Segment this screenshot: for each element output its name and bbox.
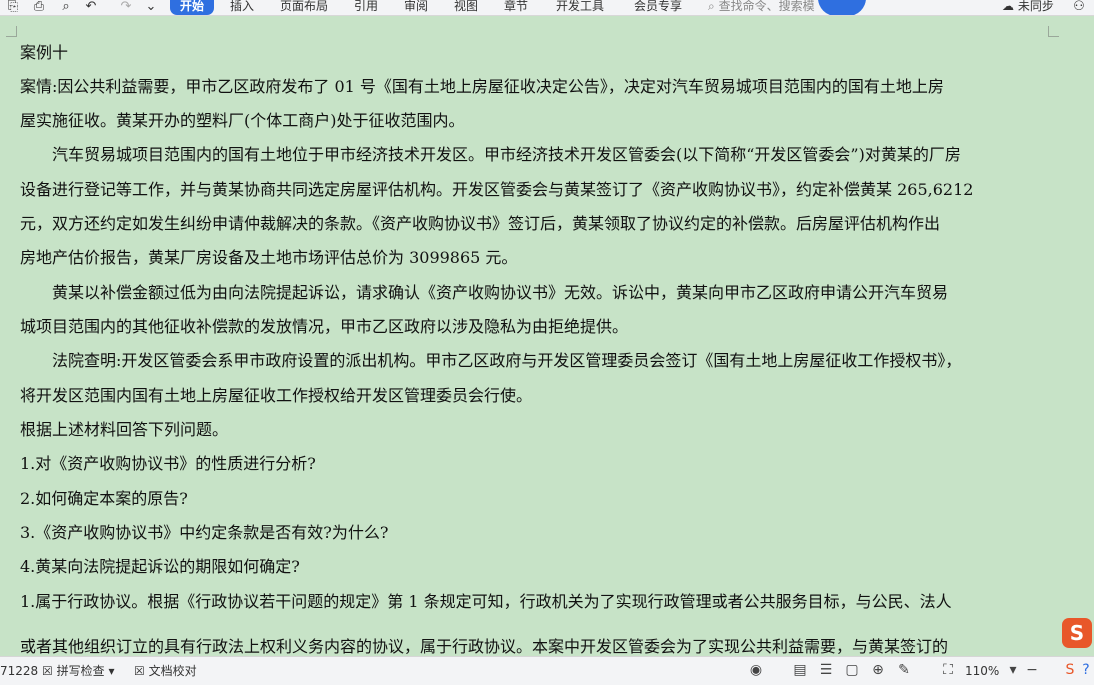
ime-icon[interactable]: S <box>1062 662 1078 678</box>
checkbox-icon: ☒ <box>42 664 53 678</box>
doc-line: 案例十 <box>20 43 69 62</box>
web-view-icon[interactable]: ⊕ <box>870 662 886 678</box>
status-bar: 71228 ☒ 拼写检查 ▾ ☒ 文档校对 ◉ ▤ ☰ ▢ ⊕ ✎ ⛶ 110%… <box>0 656 1094 685</box>
doc-line: 案情:因公共利益需要，甲市乙区政府发布了 01 号《国有土地上房屋征收决定公告》… <box>20 77 944 96</box>
tab-page-layout[interactable]: 页面布局 <box>280 0 328 15</box>
chevron-down-icon: ▾ <box>108 664 115 678</box>
spell-check-button[interactable]: ☒ 拼写检查 ▾ <box>42 657 114 685</box>
share-icon[interactable]: ⚇ <box>1070 0 1088 15</box>
doc-line: 3.《资产收购协议书》中约定条款是否有效?为什么? <box>20 523 389 542</box>
undo-icon[interactable]: ↶ <box>82 0 100 15</box>
help-icon[interactable]: ? <box>1078 662 1094 678</box>
eye-protection-icon[interactable]: ◉ <box>748 662 764 678</box>
chevron-down-icon[interactable]: ▾ <box>1005 662 1021 678</box>
doc-line: 2.如何确定本案的原告? <box>20 489 188 508</box>
doc-line: 或者其他组织订立的具有行政法上权利义务内容的协议，属于行政协议。本案中开发区管委… <box>20 637 949 656</box>
outline-view-icon[interactable]: ☰ <box>818 662 834 678</box>
redo-icon[interactable]: ↷ <box>117 0 135 15</box>
save-icon[interactable]: ⎘ <box>4 0 22 15</box>
print-icon[interactable]: ⎙ <box>30 0 48 15</box>
command-search[interactable]: ⌕ 查找命令、搜索模 <box>708 0 815 15</box>
doc-line: 元，双方还约定如发生纠纷申请仲裁解决的条款。《资产收购协议书》签订后，黄某领取了… <box>20 214 941 233</box>
doc-line: 城项目范围内的其他征收补偿款的发放情况，甲市乙区政府以涉及隐私为由拒绝提供。 <box>20 317 629 336</box>
doc-line: 黄某以补偿金额过低为由向法院提起诉讼，请求确认《资产收购协议书》无效。诉讼中，黄… <box>52 283 949 302</box>
doc-line: 1.属于行政协议。根据《行政协议若干问题的规定》第 1 条规定可知，行政机关为了… <box>20 592 952 611</box>
spell-check-label: 拼写检查 <box>56 664 105 678</box>
tab-view[interactable]: 视图 <box>454 0 478 15</box>
ribbon-toolbar: ⎘ ⎙ ⌕ ↶ ↷ ⌄ 开始 插入 页面布局 引用 审阅 视图 章节 开发工具 … <box>0 0 1094 16</box>
tab-home[interactable]: 开始 <box>170 0 215 15</box>
zoom-level[interactable]: 110% <box>965 657 999 685</box>
doc-line: 1.对《资产收购协议书》的性质进行分析? <box>20 454 316 473</box>
print-preview-icon[interactable]: ⌕ <box>57 0 75 15</box>
doc-line: 法院查明:开发区管委会系甲市政府设置的派出机构。甲市乙区政府与开发区管理委员会签… <box>52 351 962 370</box>
checkbox-icon: ☒ <box>134 664 145 678</box>
tab-references[interactable]: 引用 <box>354 0 378 15</box>
doc-line: 根据上述材料回答下列问题。 <box>20 420 229 439</box>
ime-logo-icon[interactable]: S <box>1062 618 1092 648</box>
zoom-out-icon[interactable]: − <box>1024 662 1040 678</box>
sync-label: 未同步 <box>1017 0 1054 13</box>
cloud-icon: ☁ <box>1002 0 1014 13</box>
sync-status[interactable]: ☁ 未同步 <box>1002 0 1054 15</box>
tab-member[interactable]: 会员专享 <box>634 0 682 15</box>
doc-proof-label: 文档校对 <box>148 664 197 678</box>
doc-line: 4.黄某向法院提起诉讼的期限如何确定? <box>20 557 300 576</box>
tab-section[interactable]: 章节 <box>504 0 528 15</box>
page-view-icon[interactable]: ▤ <box>792 662 808 678</box>
document-page[interactable]: 案例十 案情:因公共利益需要，甲市乙区政府发布了 01 号《国有土地上房屋征收决… <box>0 16 1094 656</box>
doc-line: 汽车贸易城项目范围内的国有土地位于甲市经济技术开发区。甲市经济技术开发区管委会(… <box>52 145 961 164</box>
assistant-icon[interactable] <box>818 0 866 15</box>
doc-line: 设备进行登记等工作，并与黄某协商共同选定房屋评估机构。开发区管委会与黄某签订了《… <box>20 180 974 199</box>
chevron-down-icon[interactable]: ⌄ <box>142 0 160 15</box>
page-corner-mark <box>6 26 17 37</box>
pen-icon[interactable]: ✎ <box>896 662 912 678</box>
doc-line: 将开发区范围内国有土地上房屋征收工作授权给开发区管理委员会行使。 <box>20 386 533 405</box>
tab-developer[interactable]: 开发工具 <box>556 0 604 15</box>
search-placeholder: 查找命令、搜索模 <box>718 0 815 13</box>
page-corner-mark <box>1048 26 1059 37</box>
doc-proof-button[interactable]: ☒ 文档校对 <box>134 657 197 685</box>
doc-line: 房地产估价报告，黄某厂房设备及土地市场评估总价为 3099865 元。 <box>20 248 518 267</box>
search-icon: ⌕ <box>708 0 715 13</box>
tab-insert[interactable]: 插入 <box>230 0 254 15</box>
word-count[interactable]: 71228 <box>0 657 38 685</box>
read-mode-icon[interactable]: ▢ <box>844 662 860 678</box>
fit-page-icon[interactable]: ⛶ <box>940 662 956 678</box>
tab-review[interactable]: 审阅 <box>404 0 428 15</box>
doc-line: 屋实施征收。黄某开办的塑料厂(个体工商户)处于征收范围内。 <box>20 111 465 130</box>
